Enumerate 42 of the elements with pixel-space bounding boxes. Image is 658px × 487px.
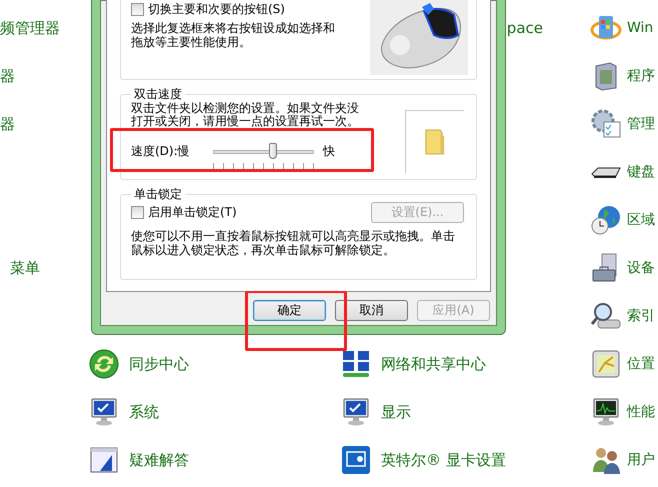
- control-panel-link[interactable]: 键盘: [627, 163, 655, 181]
- group-title: 单击锁定: [133, 188, 183, 200]
- control-panel-link[interactable]: 频管理器: [0, 18, 60, 38]
- control-panel-link[interactable]: 菜单: [10, 258, 40, 278]
- control-panel-link[interactable]: Win: [627, 20, 654, 36]
- checkbox-label: 启用单击锁定(T): [148, 204, 237, 221]
- checkbox[interactable]: [131, 3, 144, 16]
- control-panel-link[interactable]: 程序: [627, 67, 655, 85]
- control-panel-link[interactable]: 索引: [627, 307, 655, 325]
- gear-icon[interactable]: [590, 108, 622, 140]
- description-text: 选择此复选框来将右按钮设成如选择和拖放等主要性能使用。: [131, 21, 336, 49]
- control-panel-link[interactable]: 显示: [381, 402, 411, 422]
- group-title: 双击速度: [133, 88, 183, 100]
- control-panel-link[interactable]: 英特尔® 显卡设置: [381, 450, 506, 470]
- fast-label: 快: [323, 143, 335, 160]
- sync-icon[interactable]: [88, 348, 120, 380]
- control-panel-link[interactable]: 系统: [129, 402, 159, 422]
- control-panel-link[interactable]: 区域: [627, 211, 655, 229]
- control-panel-link[interactable]: 疑难解答: [129, 450, 189, 470]
- control-panel-link[interactable]: 器: [0, 114, 15, 134]
- speed-label: 速度(D):慢: [131, 143, 191, 160]
- control-panel-link[interactable]: 位置: [627, 355, 655, 373]
- slider-thumb[interactable]: [269, 143, 278, 159]
- description-text: 使您可以不用一直按着鼠标按钮就可以高亮显示或拖拽。单击鼠标以进入锁定状态，再次单击鼠标可解除锁定。: [131, 229, 456, 257]
- network-icon[interactable]: [340, 348, 372, 380]
- control-panel-link[interactable]: 器: [0, 66, 15, 86]
- control-panel-link[interactable]: 管理: [627, 115, 655, 133]
- screen-icon[interactable]: [340, 444, 372, 476]
- folder-icon: [424, 127, 446, 157]
- control-panel-link[interactable]: pace: [506, 19, 543, 37]
- description-text: 双击文件夹以检测您的设置。如果文件夹没打开或关闭，请用慢一点的设置再试一次。: [131, 102, 360, 128]
- checkbox[interactable]: [131, 206, 144, 219]
- control-panel-link[interactable]: 同步中心: [129, 354, 189, 374]
- control-panel-link[interactable]: 网络和共享中心: [381, 354, 486, 374]
- globe-icon[interactable]: [590, 204, 622, 236]
- control-panel-link[interactable]: 用户: [627, 451, 655, 469]
- control-panel-link[interactable]: 性能: [627, 403, 655, 421]
- checkbox-label: 切换主要和次要的按钮(S): [148, 1, 285, 18]
- dialog-button[interactable]: 取消: [335, 300, 408, 321]
- dialog-button[interactable]: 确定: [253, 300, 326, 321]
- map-icon[interactable]: [590, 348, 622, 380]
- control-panel-link[interactable]: 设备: [627, 259, 655, 277]
